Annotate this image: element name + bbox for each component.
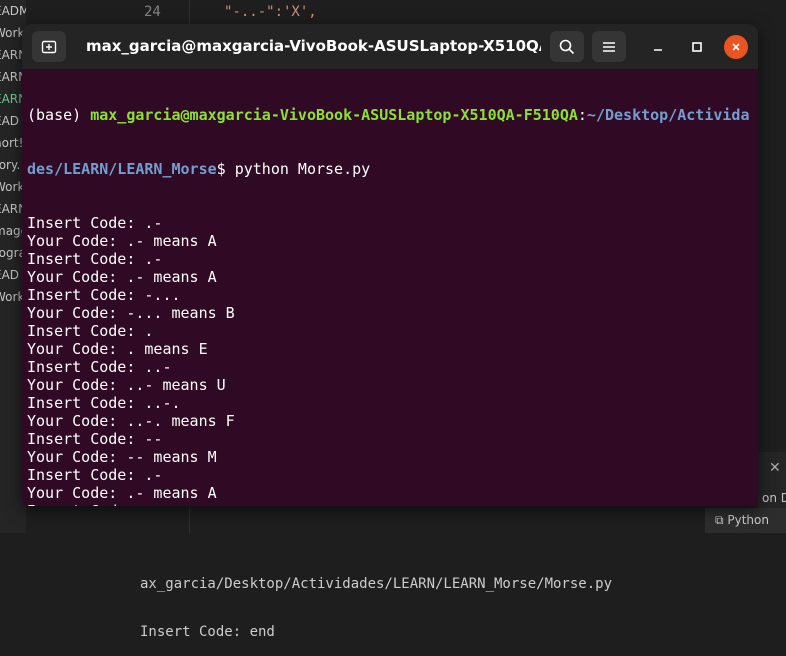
maximize-icon bbox=[692, 42, 702, 52]
hamburger-menu-icon bbox=[603, 41, 615, 52]
prompt-line: (base) max_garcia@maxgarcia-VivoBook-ASU… bbox=[27, 106, 758, 124]
terminal-window[interactable]: max_garcia@maxgarcia-VivoBook-ASUSLaptop… bbox=[22, 24, 758, 506]
output-line: Insert Code: -... bbox=[27, 286, 181, 304]
minimize-button[interactable] bbox=[646, 35, 670, 59]
prompt-userhost: max_garcia@maxgarcia-VivoBook-ASUSLaptop… bbox=[90, 106, 578, 124]
prompt-colon: : bbox=[577, 106, 587, 124]
output-line: Insert Code: -..- bbox=[27, 502, 758, 506]
output-lines: Insert Code: .- Your Code: .- means A Inse… bbox=[27, 214, 758, 506]
command-text: python Morse.py bbox=[225, 160, 371, 178]
python-kernel-button[interactable]: ⧉ Python bbox=[705, 508, 786, 533]
window-title: max_garcia@maxgarcia-VivoBook-ASUSLaptop… bbox=[86, 37, 541, 55]
close-button[interactable] bbox=[724, 35, 748, 59]
close-icon bbox=[732, 43, 740, 51]
editor-line-number: 24 bbox=[144, 4, 161, 20]
output-line: Your Code: . means E bbox=[27, 340, 208, 358]
terminal-titlebar[interactable]: max_garcia@maxgarcia-VivoBook-ASUSLaptop… bbox=[22, 24, 758, 69]
sidebar-file-item[interactable]: tory. bbox=[0, 156, 20, 174]
new-tab-icon bbox=[41, 40, 57, 53]
terminal-output[interactable]: (base) max_garcia@maxgarcia-VivoBook-ASU… bbox=[27, 70, 758, 506]
search-icon bbox=[559, 39, 575, 54]
editor-code-line: "-..-":'X', bbox=[224, 4, 317, 20]
sidebar-file-item[interactable]: EAD bbox=[0, 266, 19, 284]
integrated-terminal-text: ax_garcia/Desktop/Actividades/LEARN/LEAR… bbox=[140, 496, 612, 656]
maximize-button[interactable] bbox=[685, 35, 709, 59]
integrated-terminal-line: ax_garcia/Desktop/Actividades/LEARN/LEAR… bbox=[140, 576, 613, 592]
sidebar-file-item[interactable]: EAD bbox=[0, 112, 19, 130]
integrated-terminal-line: Insert Code: end bbox=[140, 624, 275, 640]
output-line: Insert Code: .- bbox=[27, 214, 163, 232]
integrated-terminal-line bbox=[140, 528, 612, 544]
output-line: Your Code: .- means A bbox=[27, 484, 217, 502]
output-line: Insert Code: .- bbox=[27, 250, 163, 268]
output-line: Your Code: .- means A bbox=[27, 232, 217, 250]
output-line: Your Code: .- means A bbox=[27, 268, 217, 286]
prompt-env: (base) bbox=[27, 106, 82, 124]
prompt-line-wrap: des/LEARN/LEARN_Morse$ python Morse.py bbox=[27, 160, 758, 178]
panel-label: on D bbox=[762, 491, 786, 505]
output-line: Insert Code: ..- bbox=[27, 358, 172, 376]
output-line: Insert Code: ..-. bbox=[27, 394, 181, 412]
output-line: Your Code: ..-. means F bbox=[27, 412, 235, 430]
sidebar-file-item[interactable]: EADME.md bbox=[0, 2, 26, 20]
output-line: Your Code: -... means B bbox=[27, 304, 235, 322]
python-icon: ⧉ bbox=[715, 513, 728, 527]
menu-button[interactable] bbox=[592, 31, 626, 62]
new-tab-button[interactable] bbox=[32, 31, 66, 62]
sidebar-file-item[interactable]: hort! bbox=[0, 134, 23, 152]
prompt-path-continued: des/LEARN/LEARN_Morse bbox=[27, 160, 217, 178]
minimize-icon bbox=[654, 49, 662, 51]
panel-close-icon[interactable]: ✕ bbox=[769, 460, 781, 476]
output-line: Insert Code: .- bbox=[27, 466, 163, 484]
output-line: Your Code: -- means M bbox=[27, 448, 217, 466]
search-button[interactable] bbox=[550, 31, 584, 62]
prompt-path: ~/Desktop/Activida bbox=[586, 106, 750, 124]
output-line: Your Code: ..- means U bbox=[27, 376, 226, 394]
output-line: Insert Code: -- bbox=[27, 430, 163, 448]
output-line: Insert Code: . bbox=[27, 322, 154, 340]
python-label: Python bbox=[727, 513, 769, 527]
prompt-dollar: $ bbox=[216, 160, 226, 178]
